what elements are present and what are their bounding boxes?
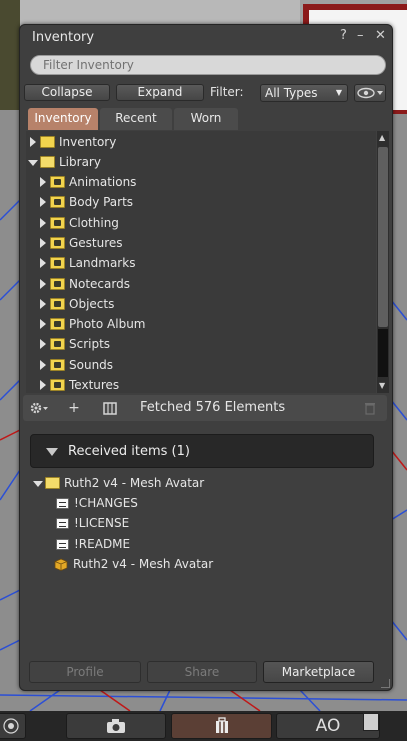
- view-options-button[interactable]: [354, 84, 386, 102]
- gear-icon: [30, 402, 48, 414]
- add-item-button[interactable]: +: [61, 395, 87, 421]
- tree-item-inventory[interactable]: Inventory: [30, 132, 116, 152]
- folder-open-icon: [45, 477, 60, 489]
- filter-label: Filter:: [210, 85, 244, 99]
- expand-arrow-icon[interactable]: [40, 339, 46, 349]
- notecard-icon: [56, 497, 69, 509]
- share-button[interactable]: Share: [147, 661, 257, 683]
- title-bar[interactable]: Inventory ? – ✕: [20, 25, 392, 52]
- expand-arrow-icon[interactable]: [40, 299, 46, 309]
- ao-toggle[interactable]: [363, 713, 379, 731]
- close-button[interactable]: ✕: [375, 28, 386, 43]
- tree-item-sounds[interactable]: Sounds: [40, 355, 113, 375]
- scroll-down-icon[interactable]: ▼: [379, 381, 385, 390]
- tree-item-textures[interactable]: Textures: [40, 375, 119, 393]
- tree-item-landmarks[interactable]: Landmarks: [40, 253, 135, 273]
- trash-button[interactable]: [357, 395, 383, 421]
- inventory-bag-icon: [103, 402, 117, 415]
- expand-arrow-icon[interactable]: [40, 258, 46, 268]
- scroll-up-icon[interactable]: ▲: [379, 133, 385, 142]
- folder-objects-icon: [50, 298, 65, 310]
- folder-sounds-icon: [50, 359, 65, 371]
- profile-button[interactable]: Profile: [29, 661, 141, 683]
- radar-icon: [3, 718, 19, 734]
- marketplace-listings-button[interactable]: [97, 395, 123, 421]
- chevron-down-icon: ▼: [335, 88, 342, 97]
- expand-arrow-icon[interactable]: [40, 197, 46, 207]
- folder-textures-icon: [50, 379, 65, 391]
- tree-scrollbar[interactable]: ▲ ▼: [377, 131, 389, 393]
- received-item-readme[interactable]: !README: [56, 534, 130, 554]
- tree-item-body-parts[interactable]: Body Parts: [40, 192, 133, 212]
- tree-item-photo-album[interactable]: Photo Album: [40, 314, 146, 334]
- eye-icon: [357, 87, 383, 99]
- tree-item-notecards[interactable]: Notecards: [40, 274, 130, 294]
- folder-scripts-icon: [50, 338, 65, 350]
- notecard-icon: [56, 517, 69, 529]
- marketplace-button[interactable]: Marketplace: [263, 661, 374, 683]
- expand-arrow-icon[interactable]: [40, 319, 46, 329]
- filter-inventory-input[interactable]: [30, 55, 386, 75]
- snapshot-button[interactable]: [66, 713, 166, 739]
- inventory-window: Inventory ? – ✕ Collapse Expand Filter: …: [19, 24, 393, 691]
- expand-arrow-icon[interactable]: [40, 279, 46, 289]
- received-item-object[interactable]: Ruth2 v4 - Mesh Avatar: [54, 554, 213, 574]
- help-button[interactable]: ?: [340, 28, 347, 43]
- inventory-toolbar: + Fetched 576 Elements: [23, 395, 387, 421]
- expand-arrow-icon[interactable]: [40, 238, 46, 248]
- tree-item-clothing[interactable]: Clothing: [40, 213, 119, 233]
- collapse-arrow-icon[interactable]: [28, 160, 38, 166]
- camera-icon: [107, 719, 125, 733]
- collapse-button[interactable]: Collapse: [24, 84, 110, 101]
- folder-photo-icon: [50, 318, 65, 330]
- tree-item-library[interactable]: Library: [28, 152, 101, 172]
- tab-inventory[interactable]: Inventory: [28, 108, 98, 130]
- folder-open-icon: [40, 156, 55, 168]
- folder-bodyparts-icon: [50, 196, 65, 208]
- folder-gestures-icon: [50, 237, 65, 249]
- ao-label: AO: [315, 716, 341, 736]
- folder-animations-icon: [50, 176, 65, 188]
- expand-arrow-icon[interactable]: [30, 137, 36, 147]
- received-items-header[interactable]: Received items (1): [30, 434, 374, 468]
- filter-type-select[interactable]: All Types ▼: [260, 84, 348, 102]
- fetch-status: Fetched 576 Elements: [140, 400, 286, 415]
- gear-menu-button[interactable]: [25, 395, 55, 421]
- radar-button[interactable]: [0, 713, 26, 739]
- trash-icon: [365, 403, 375, 415]
- bottom-toolbar: AO: [0, 711, 407, 741]
- scrollbar-track-end: [378, 329, 388, 377]
- expand-arrow-icon[interactable]: [40, 380, 46, 390]
- resize-handle[interactable]: [381, 679, 390, 688]
- object-box-icon: [54, 558, 68, 571]
- inventory-bag-icon: [215, 717, 228, 733]
- window-title: Inventory: [32, 30, 95, 45]
- tree-item-scripts[interactable]: Scripts: [40, 334, 110, 354]
- tree-item-animations[interactable]: Animations: [40, 172, 136, 192]
- plus-icon: +: [68, 400, 80, 416]
- expand-button[interactable]: Expand: [116, 84, 204, 101]
- received-item-folder[interactable]: Ruth2 v4 - Mesh Avatar: [33, 473, 204, 493]
- folder-landmarks-icon: [50, 257, 65, 269]
- collapse-arrow-icon: [46, 448, 58, 456]
- folder-clothing-icon: [50, 217, 65, 229]
- tree-item-objects[interactable]: Objects: [40, 294, 114, 314]
- filter-type-value: All Types: [265, 86, 318, 100]
- tab-recent[interactable]: Recent: [100, 108, 172, 130]
- expand-arrow-icon[interactable]: [40, 177, 46, 187]
- received-item-license[interactable]: !LICENSE: [56, 513, 129, 533]
- scrollbar-thumb[interactable]: [378, 147, 388, 327]
- notecard-icon: [56, 538, 69, 550]
- tree-item-gestures[interactable]: Gestures: [40, 233, 123, 253]
- folder-notecards-icon: [50, 278, 65, 290]
- inventory-tree: Inventory Library Animations Body Parts …: [26, 131, 376, 393]
- inventory-toolbar-button[interactable]: [171, 713, 272, 739]
- folder-icon: [40, 136, 55, 148]
- received-item-changes[interactable]: !CHANGES: [56, 493, 138, 513]
- expand-arrow-icon[interactable]: [40, 360, 46, 370]
- minimize-button[interactable]: –: [357, 28, 364, 43]
- collapse-arrow-icon[interactable]: [33, 481, 43, 487]
- expand-arrow-icon[interactable]: [40, 218, 46, 228]
- tab-worn[interactable]: Worn: [174, 108, 238, 130]
